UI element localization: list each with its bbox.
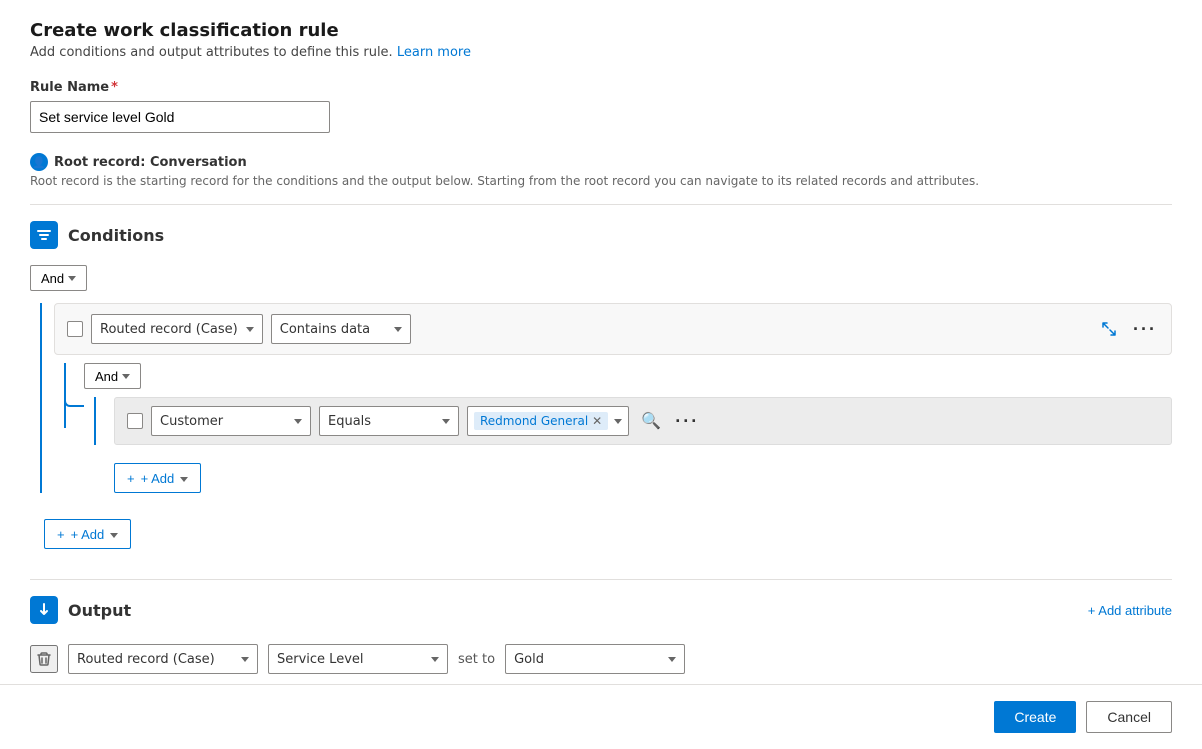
conditions-icon	[30, 221, 58, 249]
output-dropdown2[interactable]: Service Level	[268, 644, 448, 674]
outer-condition-checkbox[interactable]	[67, 321, 83, 337]
add-attribute-button[interactable]: + Add attribute	[1088, 603, 1172, 618]
page-title: Create work classification rule	[30, 20, 1172, 41]
expand-button[interactable]	[1095, 315, 1123, 343]
search-button[interactable]: 🔍	[637, 407, 665, 435]
create-button[interactable]: Create	[994, 701, 1076, 733]
output-dropdown3[interactable]: Gold	[505, 644, 685, 674]
cancel-button[interactable]: Cancel	[1086, 701, 1172, 733]
tag-input[interactable]: Redmond General ✕	[467, 406, 629, 436]
rule-name-input[interactable]	[30, 101, 330, 133]
root-record-label: Root record: Conversation	[54, 155, 247, 170]
chevron-down-icon	[241, 657, 249, 662]
inner-condition-dropdown2[interactable]: Equals	[319, 406, 459, 436]
chevron-down-icon	[246, 327, 254, 332]
outer-condition-dropdown2[interactable]: Contains data	[271, 314, 411, 344]
and-operator-btn[interactable]: And	[30, 265, 87, 291]
outer-add-button[interactable]: + + Add	[44, 519, 131, 549]
output-icon	[30, 596, 58, 624]
root-record-icon: 👤	[30, 153, 48, 171]
tag-close-icon[interactable]: ✕	[592, 415, 602, 427]
and-operator-inner: And	[84, 363, 1172, 389]
chevron-down-icon	[394, 327, 402, 332]
chevron-down-icon	[110, 533, 118, 538]
inner-more-options-button[interactable]: ···	[673, 407, 701, 435]
tag-chevron-icon	[614, 419, 622, 424]
page-subtitle: Add conditions and output attributes to …	[30, 45, 1172, 60]
delete-output-button[interactable]	[30, 645, 58, 673]
learn-more-link[interactable]: Learn more	[397, 45, 471, 60]
output-dropdown1[interactable]: Routed record (Case)	[68, 644, 258, 674]
chevron-down-icon	[68, 276, 76, 281]
output-section-header: Output	[30, 596, 131, 624]
outer-condition-row: Routed record (Case) Contains data ···	[54, 303, 1172, 355]
outer-condition-dropdown1[interactable]: Routed record (Case)	[91, 314, 263, 344]
chevron-down-icon	[431, 657, 439, 662]
tag-value: Redmond General ✕	[474, 412, 608, 430]
more-options-button[interactable]: ···	[1131, 315, 1159, 343]
chevron-down-icon	[180, 477, 188, 482]
inner-condition-dropdown1[interactable]: Customer	[151, 406, 311, 436]
inner-add-button[interactable]: + + Add	[114, 463, 201, 493]
conditions-title: Conditions	[68, 226, 164, 245]
inner-condition-checkbox[interactable]	[127, 413, 143, 429]
action-bar: Create Cancel	[0, 684, 1202, 749]
conditions-section-header: Conditions	[30, 221, 1172, 249]
inner-condition-row: Customer Equals Redmond General ✕	[114, 397, 1172, 445]
and-operator-outer: And	[30, 265, 87, 291]
chevron-down-icon	[442, 419, 450, 424]
output-row: Routed record (Case) Service Level set t…	[30, 638, 1172, 680]
chevron-down-icon	[294, 419, 302, 424]
root-record-description: Root record is the starting record for t…	[30, 174, 1172, 188]
chevron-down-icon	[668, 657, 676, 662]
inner-and-operator-btn[interactable]: And	[84, 363, 141, 389]
rule-name-label: Rule Name*	[30, 80, 1172, 95]
output-title: Output	[68, 601, 131, 620]
chevron-down-icon	[122, 374, 130, 379]
set-to-label: set to	[458, 652, 495, 667]
